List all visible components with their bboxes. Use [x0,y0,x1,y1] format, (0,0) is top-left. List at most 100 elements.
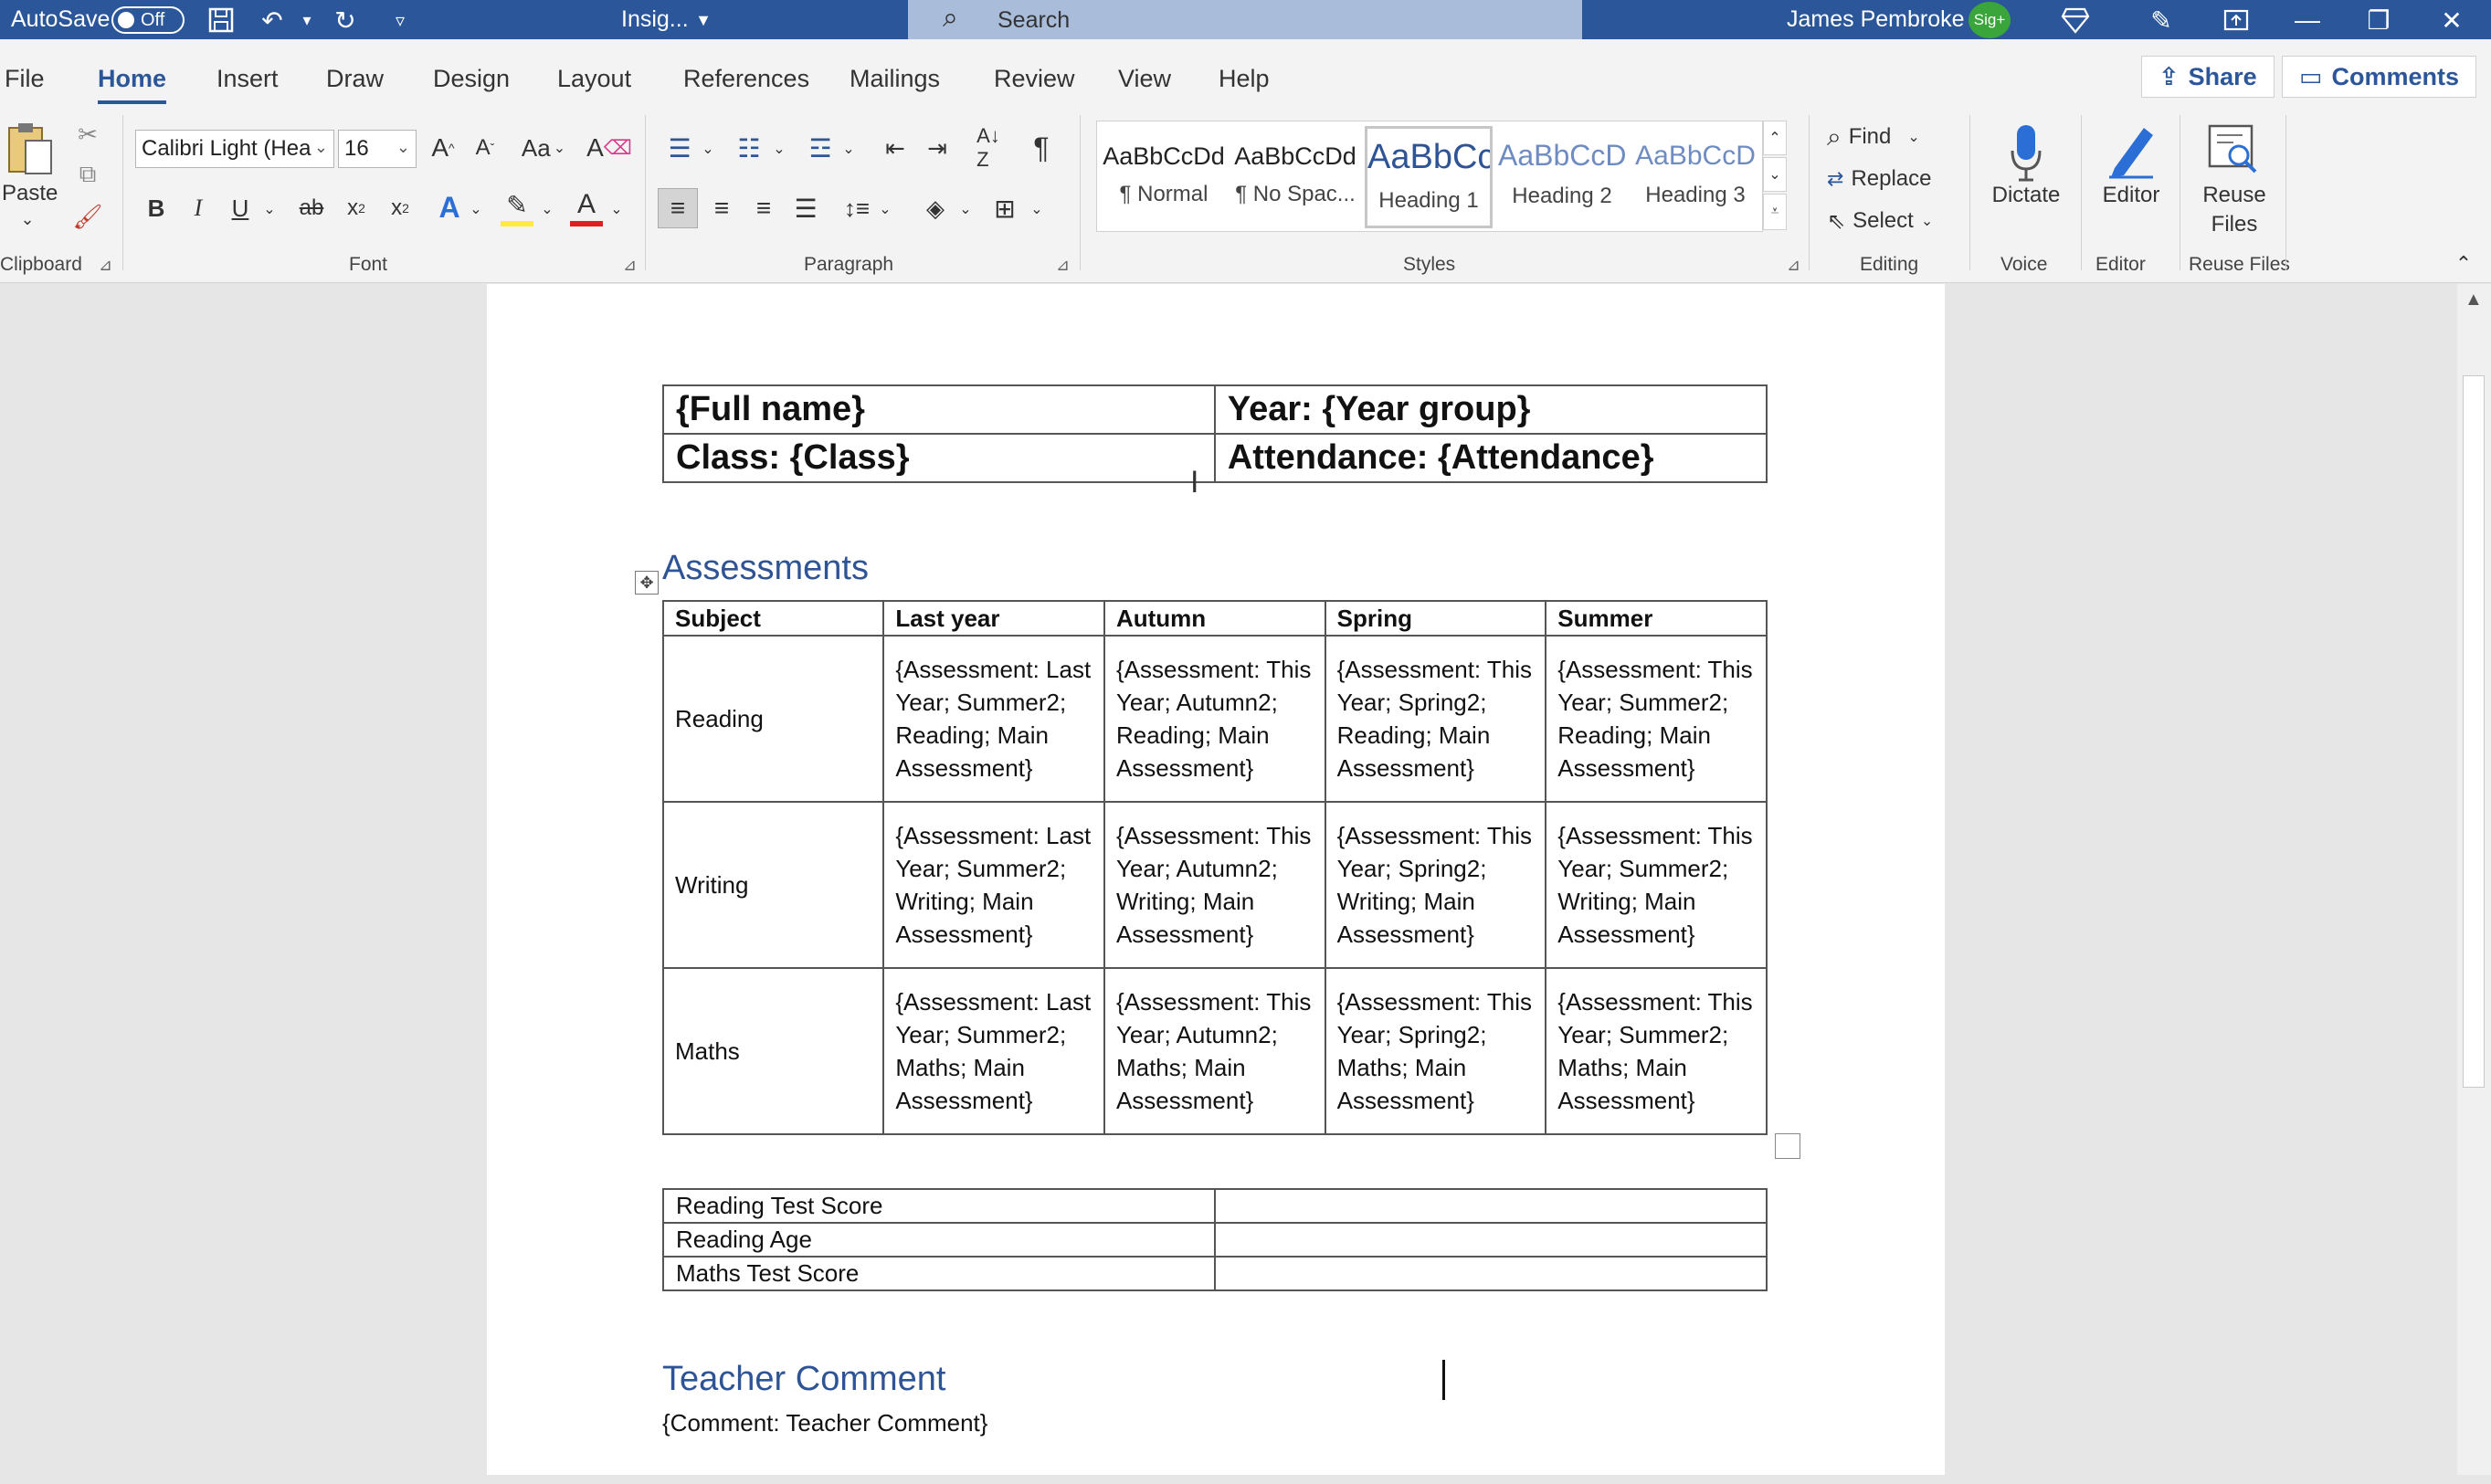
font-launcher-icon[interactable]: ⊿ [623,256,637,275]
clipboard-launcher-icon[interactable]: ⊿ [99,256,112,275]
borders-icon[interactable]: ⊞ [987,188,1023,228]
style-heading-3[interactable]: AaBbCcD Heading 3 [1631,126,1759,228]
ribbon-display-icon[interactable] [2220,4,2253,37]
table-cell[interactable]: {Assessment: This Year; Summer2; Writing… [1545,801,1768,969]
paragraph-launcher-icon[interactable]: ⊿ [1056,256,1070,275]
table-cell[interactable]: {Assessment: This Year; Spring2; Reading… [1324,635,1547,803]
styles-scroll-up-icon[interactable]: ⌃ [1763,121,1787,155]
align-right-icon[interactable]: ≡ [745,188,782,228]
share-button[interactable]: ⇪ Share [2141,56,2275,98]
teacher-comment-text[interactable]: {Comment: Teacher Comment} [662,1409,987,1437]
column-header[interactable]: Autumn [1103,600,1326,637]
style-heading-2[interactable]: AaBbCcD Heading 2 [1498,126,1626,228]
align-center-icon[interactable]: ≡ [703,188,740,228]
text-effects-icon[interactable]: A [433,188,466,226]
table-cell[interactable]: Maths Test Score [661,1256,1217,1291]
find-button[interactable]: ⌕ Find ⌄ [1827,119,1920,155]
user-name[interactable]: James Pembroke [1787,0,1965,39]
tab-design[interactable]: Design [433,65,510,93]
close-icon[interactable]: ✕ [2435,4,2468,37]
autosave-toggle[interactable]: Off [111,6,185,34]
table-cell[interactable]: Maths [661,967,885,1135]
tab-mailings[interactable]: Mailings [850,65,940,93]
shrink-font-icon[interactable]: Aˇ [468,130,502,166]
styles-scroll-down-icon[interactable]: ⌄ [1763,157,1787,192]
document-page[interactable]: {Full name} Year: {Year group} Class: {C… [487,284,1945,1475]
grow-font-icon[interactable]: A ^ [426,130,460,166]
text-effects-dropdown-icon[interactable]: ⌄ [466,195,486,223]
scroll-up-icon[interactable]: ▲ [2465,289,2483,310]
table-cell[interactable]: {Assessment: Last Year; Summer2; Writing… [882,801,1105,969]
search-box[interactable]: ⌕ Search [908,0,1582,39]
reuse-files-icon[interactable] [2203,119,2264,179]
document-name[interactable]: Insig... [621,0,689,39]
customize-toolbar-icon[interactable]: ▿ [384,4,417,37]
table-move-handle-icon[interactable]: ✥ [635,571,659,595]
select-button[interactable]: ⇖ Select ⌄ [1827,203,1933,239]
undo-dropdown-icon[interactable]: ▾ [290,4,323,37]
comments-button[interactable]: ▭ Comments [2282,56,2477,98]
increase-indent-icon[interactable]: ⇥ [919,130,955,166]
table-cell[interactable]: {Assessment: This Year; Summer2; Reading… [1545,635,1768,803]
paste-dropdown-icon[interactable]: ⌄ [16,210,38,229]
table-cell[interactable]: {Assessment: Last Year; Summer2; Reading… [882,635,1105,803]
underline-icon[interactable]: U [225,190,256,226]
scrollbar-thumb[interactable] [2463,375,2485,1088]
save-icon[interactable] [205,4,237,37]
style-heading-1[interactable]: AaBbCc Heading 1 [1365,126,1493,228]
tab-help[interactable]: Help [1219,65,1270,93]
numbering-icon[interactable]: ☷ [731,130,767,166]
table-cell[interactable]: {Assessment: This Year; Autumn2; Reading… [1103,635,1326,803]
italic-icon[interactable]: I [183,190,214,226]
collapse-ribbon-icon[interactable]: ⌃ [2450,250,2477,278]
tab-references[interactable]: References [683,65,809,93]
highlight-dropdown-icon[interactable]: ⌄ [537,195,557,223]
column-header[interactable]: Last year [882,600,1105,637]
column-header[interactable]: Subject [661,600,885,637]
diamond-icon[interactable] [2059,4,2092,37]
multilevel-dropdown-icon[interactable]: ⌄ [839,135,859,163]
table-cell[interactable]: Reading Test Score [661,1188,1217,1224]
table-cell[interactable]: {Assessment: This Year; Spring2; Maths; … [1324,967,1547,1135]
paste-icon[interactable] [4,117,57,181]
bullets-dropdown-icon[interactable]: ⌄ [698,135,718,163]
align-left-icon[interactable]: ≡ [658,188,698,228]
tab-insert[interactable]: Insert [216,65,279,93]
bullets-icon[interactable]: ☰ [661,130,698,166]
table-cell[interactable]: {Assessment: This Year; Summer2; Maths; … [1545,967,1768,1135]
strikethrough-icon[interactable]: ab [294,190,329,226]
teacher-comment-heading[interactable]: Teacher Comment [662,1360,945,1399]
assessments-heading[interactable]: Assessments [662,549,869,588]
sort-icon[interactable]: A↓ Z [970,124,1007,171]
editor-icon[interactable] [2101,117,2161,184]
table-cell[interactable]: Class: {Class} [662,433,1216,483]
highlight-icon[interactable]: ✎ [501,188,533,226]
table-cell[interactable]: {Assessment: This Year; Spring2; Writing… [1324,801,1547,969]
table-cell[interactable]: Reading Age [661,1222,1217,1258]
column-header[interactable]: Summer [1545,600,1768,637]
table-cell[interactable] [1214,1222,1768,1258]
tab-home[interactable]: Home [98,65,167,104]
editor-label[interactable]: Editor [2088,183,2174,208]
vertical-scrollbar[interactable]: ▲ [2457,284,2491,1475]
replace-button[interactable]: ⇄ Replace [1827,161,1932,197]
tab-view[interactable]: View [1118,65,1171,93]
column-header[interactable]: Spring [1324,600,1547,637]
tab-layout[interactable]: Layout [557,65,631,93]
font-name-combo[interactable]: Calibri Light (Hea ⌄ [135,130,334,168]
tab-draw[interactable]: Draw [326,65,384,93]
minimize-icon[interactable]: — [2291,4,2324,37]
style-normal[interactable]: AaBbCcDd ¶ Normal [1100,126,1228,228]
styles-more-icon[interactable]: ⩡ [1763,194,1787,230]
styles-launcher-icon[interactable]: ⊿ [1787,256,1800,275]
table-cell[interactable]: {Assessment: This Year; Autumn2; Maths; … [1103,967,1326,1135]
tab-review[interactable]: Review [994,65,1075,93]
table-cell[interactable] [1214,1256,1768,1291]
table-cell[interactable]: {Full name} [662,384,1216,435]
paste-label[interactable]: Paste [2,181,58,206]
table-cell[interactable]: {Assessment: Last Year; Summer2; Maths; … [882,967,1105,1135]
multilevel-list-icon[interactable]: ☲ [802,130,839,166]
table-cell[interactable]: Writing [661,801,885,969]
table-cell[interactable] [1214,1188,1768,1224]
superscript-icon[interactable]: x2 [384,190,417,226]
